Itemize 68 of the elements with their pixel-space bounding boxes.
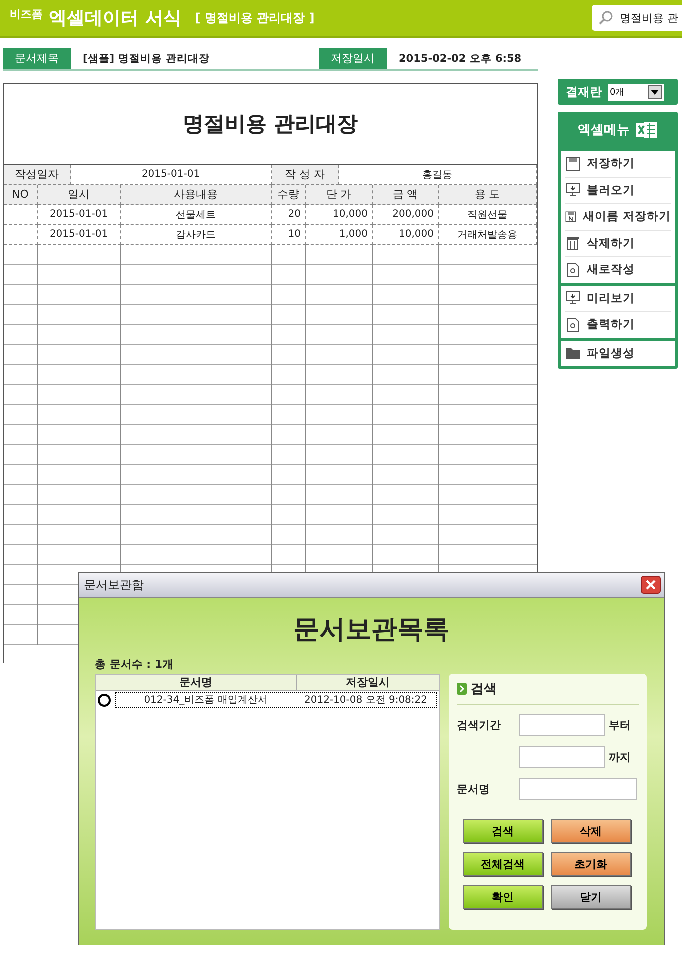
dialog-title: 문서보관함: [84, 576, 144, 594]
arrow-icon: [457, 683, 467, 695]
brand-logo: 비즈폼: [10, 7, 43, 22]
menu-item[interactable]: 출력하기: [565, 312, 671, 338]
name-label: 문서명: [457, 782, 491, 796]
end-date-field[interactable]: [519, 746, 605, 768]
table-cell: 작 성 자: [272, 165, 339, 185]
dialog-button[interactable]: 검색: [463, 819, 543, 843]
table-cell: 2015-01-01: [38, 205, 121, 225]
document-name-field[interactable]: [519, 778, 637, 800]
doc-title: [샘플] 명절비용 관리대장: [82, 52, 211, 66]
menu-title: 엑셀메뉴: [578, 122, 630, 139]
dialog-button[interactable]: 초기화: [551, 852, 631, 876]
column-header: 수량: [272, 185, 306, 205]
menu-item[interactable]: 불러오기: [565, 178, 671, 204]
table-cell: 10,000: [306, 205, 373, 225]
table-cell: 20: [272, 205, 306, 225]
document-icon: [565, 316, 581, 333]
document-count: 총 문서수 : 1개: [95, 657, 175, 673]
menu-item[interactable]: 새로작성: [565, 257, 671, 282]
table-cell: 200,000: [373, 205, 439, 225]
column-header: 금 액: [373, 185, 439, 205]
menu-item[interactable]: 미리보기: [565, 286, 671, 312]
dialog-button[interactable]: 삭제: [551, 819, 631, 843]
menu-item[interactable]: 삭제하기: [565, 230, 671, 257]
spreadsheet-icon: [636, 121, 658, 139]
app-title: 엑셀데이터 서식: [49, 7, 182, 30]
from-label: 부터: [609, 718, 631, 732]
menu-item[interactable]: 새이름 저장하기: [565, 204, 671, 230]
table-cell: 선물세트: [121, 205, 272, 225]
dialog-heading: 문서보관목록: [292, 614, 450, 647]
search-icon: [598, 10, 614, 26]
close-button[interactable]: [641, 576, 661, 594]
list-row[interactable]: 012-34_비즈폼 매입계산서 2012-10-08 오전 9:08:22: [115, 692, 437, 708]
monitor-icon: [565, 290, 581, 306]
start-date-field[interactable]: [519, 714, 605, 736]
monitor-icon: [565, 182, 581, 198]
caret-icon: [648, 85, 662, 99]
saved-label: 저장일시: [319, 48, 387, 69]
table-cell: 직원선물: [439, 205, 537, 225]
app-subtitle: [ 명절비용 관리대장 ]: [195, 10, 315, 26]
period-label: 검색기간: [457, 718, 502, 732]
approval-dropdown[interactable]: 0개: [608, 84, 664, 100]
floppy-icon: [565, 156, 581, 172]
dialog-button[interactable]: 닫기: [551, 885, 631, 909]
close-icon: [645, 579, 657, 591]
dialog-button[interactable]: 확인: [463, 885, 543, 909]
radio-button[interactable]: [98, 694, 111, 706]
trash-icon: [565, 235, 581, 252]
column-header: 저장일시: [296, 675, 439, 690]
to-label: 까지: [609, 750, 631, 764]
table-cell: [4, 205, 38, 225]
dialog-button[interactable]: 전체검색: [463, 852, 543, 876]
column-header: 사용내용: [121, 185, 272, 205]
search-field[interactable]: 명절비용 관: [592, 5, 682, 31]
column-header: 문서명: [178, 675, 214, 690]
table-cell: 작성일자: [4, 165, 71, 185]
column-header: 단 가: [306, 185, 373, 205]
search-title: 검색: [471, 681, 497, 698]
approval-label: 결재란: [566, 84, 602, 100]
column-header: 용 도: [439, 185, 537, 205]
menu-item[interactable]: 저장하기: [565, 151, 671, 178]
document-icon: [565, 262, 581, 278]
doc-title-label: 문서제목: [3, 48, 71, 69]
column-header: 일시: [38, 185, 121, 205]
folder-icon: [565, 345, 581, 362]
saved-time: 2015-02-02 오후 6:58: [398, 52, 523, 66]
column-header: NO: [4, 185, 38, 205]
